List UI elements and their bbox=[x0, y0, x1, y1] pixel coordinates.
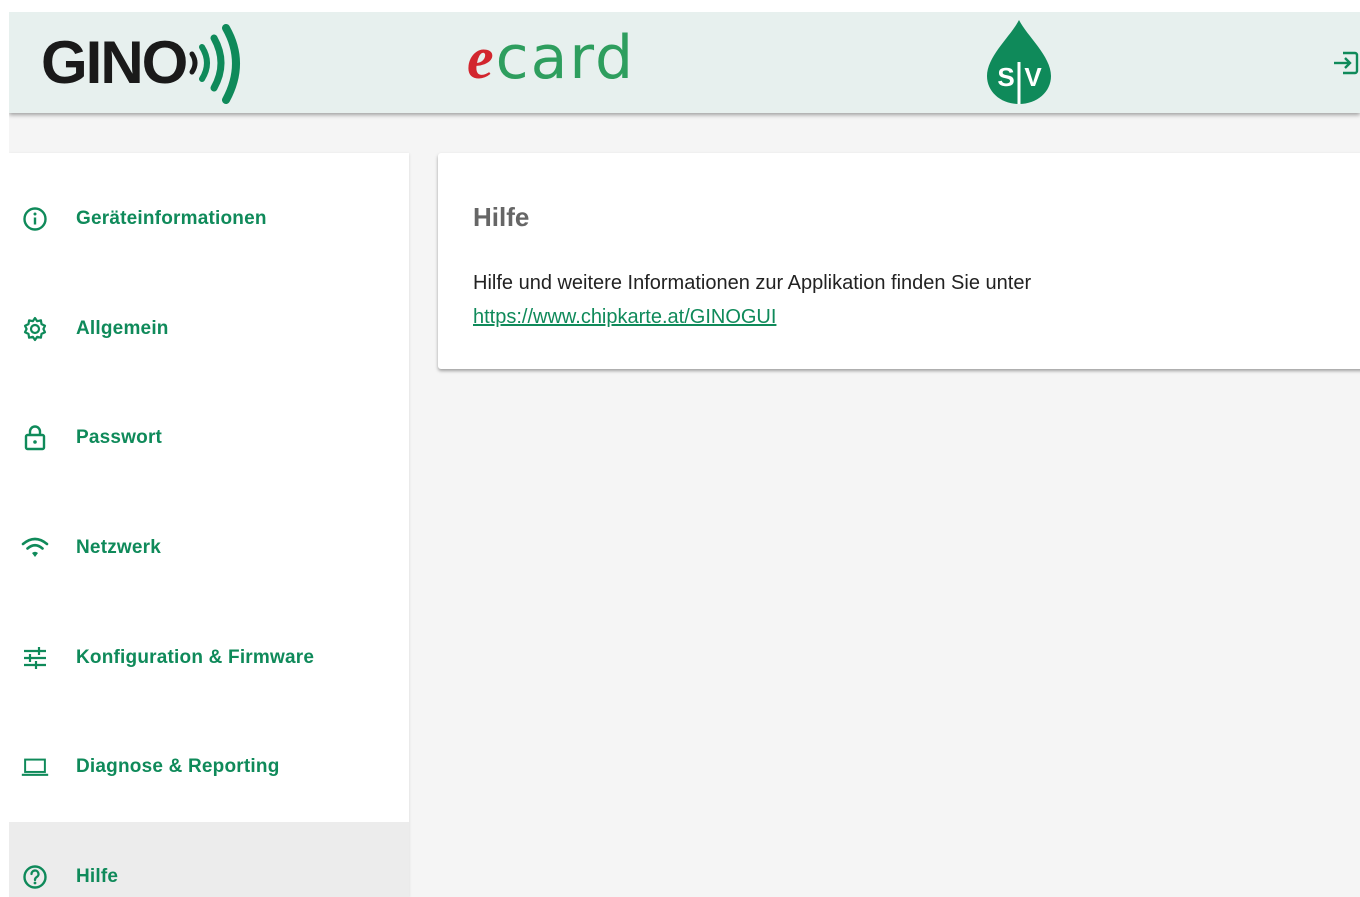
sv-leaf-icon: S V bbox=[987, 20, 1051, 104]
sidebar-item-label: Allgemein bbox=[76, 318, 169, 339]
info-icon bbox=[21, 205, 49, 233]
ecard-logo: e card bbox=[467, 28, 635, 98]
sidebar-item-label: Konfiguration & Firmware bbox=[76, 647, 315, 668]
ecard-logo-card: card bbox=[495, 23, 636, 93]
gear-icon bbox=[21, 315, 49, 343]
sidebar-item-diagnose-reporting[interactable]: Diagnose & Reporting bbox=[9, 712, 409, 822]
sv-logo: S V bbox=[983, 18, 1055, 111]
logout-button[interactable] bbox=[1331, 49, 1360, 77]
page-title: Hilfe bbox=[473, 202, 530, 232]
sidebar-item-netzwerk[interactable]: Netzwerk bbox=[9, 493, 409, 603]
wifi-icon bbox=[21, 534, 49, 562]
app-window: GINO e card S V Geräteinformationen Allg… bbox=[9, 12, 1360, 897]
gino-logo-text: GINO bbox=[41, 29, 188, 96]
sidebar-item-konfiguration-firmware[interactable]: Konfiguration & Firmware bbox=[9, 603, 409, 713]
help-link[interactable]: https://www.chipkarte.at/GINOGUI bbox=[473, 300, 776, 334]
sidebar-item-label: Passwort bbox=[76, 427, 163, 448]
help-icon bbox=[21, 863, 49, 891]
help-card: Hilfe Hilfe und weitere Informationen zu… bbox=[438, 153, 1360, 369]
sidebar-item-label: Diagnose & Reporting bbox=[76, 756, 280, 777]
help-text: Hilfe und weitere Informationen zur Appl… bbox=[473, 272, 1032, 294]
wireless-signal-icon bbox=[189, 24, 241, 104]
laptop-icon bbox=[21, 753, 49, 781]
header: GINO e card S V bbox=[9, 12, 1360, 113]
tune-icon bbox=[21, 644, 49, 672]
sidebar-item-allgemein[interactable]: Allgemein bbox=[9, 274, 409, 384]
logout-icon bbox=[1334, 51, 1359, 75]
sidebar-item-passwort[interactable]: Passwort bbox=[9, 383, 409, 493]
sidebar-item-label: Hilfe bbox=[76, 866, 119, 887]
sidebar-nav: Geräteinformationen Allgemein Passwort N… bbox=[9, 153, 409, 897]
gino-logo: GINO bbox=[41, 20, 248, 106]
sidebar-item-label: Geräteinformationen bbox=[76, 208, 267, 229]
lock-icon bbox=[21, 424, 49, 452]
help-description: Hilfe und weitere Informationen zur Appl… bbox=[473, 266, 1031, 334]
sidebar-item-label: Netzwerk bbox=[76, 537, 162, 558]
sidebar-item-geraeteinformationen[interactable]: Geräteinformationen bbox=[9, 164, 409, 274]
sv-logo-s: S bbox=[997, 62, 1014, 92]
sidebar-item-hilfe[interactable]: Hilfe bbox=[9, 822, 409, 897]
sv-logo-v: V bbox=[1024, 62, 1042, 92]
ecard-logo-e: e bbox=[467, 25, 496, 91]
